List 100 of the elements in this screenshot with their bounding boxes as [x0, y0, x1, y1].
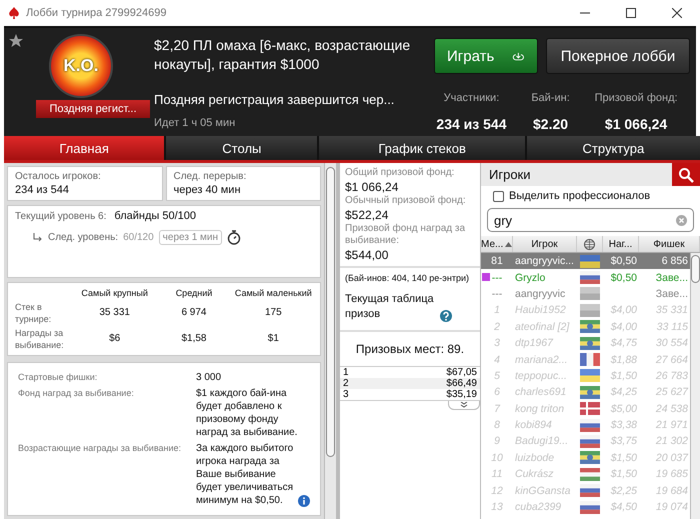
- stat-value: $2.20: [533, 116, 568, 132]
- prize-label: Призовой фонд наград за выбивание:: [345, 223, 466, 247]
- rank-cell-text: 81: [490, 255, 504, 268]
- player-row[interactable]: --- Gryzlo $0,50 Заве...: [481, 269, 690, 286]
- chips-cell-text: 21 302: [654, 435, 689, 448]
- place-cell: 3: [343, 389, 349, 400]
- stat-label: Призовой фонд:: [594, 92, 678, 104]
- lobby-button[interactable]: Покерное лобби: [546, 38, 690, 74]
- rank-cell-text: 8: [493, 419, 501, 432]
- column-header[interactable]: Ме...: [481, 236, 513, 252]
- player-name: luizbode: [514, 452, 556, 464]
- prize-places: Призовых мест: 89.: [354, 341, 466, 358]
- chips-cell-text: 27 664: [654, 354, 689, 366]
- info-label: Осталось игроков:: [15, 171, 102, 182]
- chips-cell-text: 19 074: [654, 501, 689, 514]
- rank-cell-text: 5: [493, 370, 501, 382]
- tournament-title: $2,20 ПЛ омаха [6-макс, возрастающие нокауты], гарантия $1000: [154, 36, 412, 74]
- prize-value: $1 066,24: [345, 180, 400, 194]
- rank-cell-text: 6: [493, 386, 501, 398]
- bounty-cell-text: $4,50: [610, 501, 638, 514]
- bounty-cell-text: $3,75: [610, 435, 638, 448]
- tab[interactable]: График стеков: [319, 136, 525, 160]
- prize-label: Обычный призовой фонд:: [345, 195, 467, 207]
- prize-label: Общий призовой фонд:: [345, 167, 456, 179]
- time-badge: через 1 мин: [158, 230, 222, 245]
- row-label: Награды за выбивание:: [15, 327, 65, 351]
- level-label: След. уровень:: [48, 232, 118, 243]
- amount-cell: $67,05: [446, 367, 477, 378]
- search-field[interactable]: gry: [487, 208, 694, 232]
- detail-label: Возрастающие награды за выбивание:: [18, 442, 182, 455]
- place-cell: 2: [343, 378, 349, 389]
- table-cell-text: $6: [108, 333, 122, 345]
- player-name: kong triton: [514, 402, 566, 415]
- rank-cell-text: ---: [490, 288, 504, 300]
- rank-cell-text: 11: [490, 468, 504, 480]
- bounty-cell-text: $3,38: [610, 419, 638, 432]
- column-header[interactable]: Фишек: [639, 236, 700, 252]
- prize-table-title: Текущая таблица призов: [345, 292, 435, 322]
- rank-cell-text: 12: [490, 484, 504, 497]
- chips-cell-text: 30 554: [654, 337, 689, 350]
- detail-label: Стартовые фишки:: [18, 371, 98, 384]
- player-name: dtp1967: [514, 337, 554, 350]
- table-cell-text: $1: [266, 333, 280, 345]
- bounty-cell-text: $4,75: [610, 337, 638, 350]
- player-name: aangryyvic...: [514, 255, 575, 268]
- play-button[interactable]: Играть: [434, 38, 538, 74]
- chips-cell-text: 20 037: [654, 452, 690, 464]
- bounty-cell-text: $1,88: [610, 354, 638, 366]
- player-name: kinGGansta: [514, 484, 572, 497]
- amount-cell: $35,19: [446, 389, 477, 400]
- prize-value: $544,00: [345, 248, 390, 262]
- bounty-cell-text: $5,00: [610, 402, 638, 415]
- chips-cell-text: 33 115: [656, 320, 689, 333]
- tab[interactable]: Структура: [526, 136, 700, 160]
- rank-cell-text: 9: [493, 435, 501, 448]
- window-title: Лобби турнира 2799924699: [26, 7, 168, 19]
- player-name: mariana2...: [514, 354, 569, 366]
- info-label: След. перерыв:: [174, 171, 248, 182]
- player-row[interactable]: 81 aangryyvic... $0,50 6 856: [481, 253, 690, 270]
- player-name: teppopuc...: [514, 370, 568, 382]
- level-value: 60/120: [123, 232, 154, 243]
- column-header: Самый маленький: [234, 287, 313, 299]
- column-header[interactable]: Игрок: [513, 236, 577, 252]
- row-label: Стек в турнире:: [15, 301, 52, 325]
- player-name: kobi894: [514, 419, 553, 432]
- bounty-cell-text: $1,50: [610, 468, 638, 480]
- highlight-pros-checkbox[interactable]: Выделить профессионалов: [481, 186, 700, 206]
- chips-cell-text: 25 627: [654, 386, 690, 398]
- column-header[interactable]: Наг...: [603, 236, 639, 252]
- tab[interactable]: Столы: [166, 136, 318, 160]
- buyins-text: (Бай-инов: 404, 140 ре-энтри): [345, 272, 470, 285]
- column-header: Самый крупный: [80, 287, 149, 299]
- chips-cell-text: 19 685: [654, 468, 689, 480]
- knockout-badge: K.O.: [49, 34, 113, 98]
- stat-value: $1 066,24: [604, 116, 668, 132]
- rank-cell-text: 13: [490, 501, 504, 514]
- info-value: через 40 мин: [174, 184, 242, 196]
- bounty-cell-text: $2,25: [610, 484, 638, 497]
- detail-label: Фонд наград за выбивание:: [18, 387, 135, 400]
- player-name: Gryzlo: [514, 272, 546, 284]
- chips-cell-text: 6 856: [660, 255, 689, 268]
- bounty-cell-text: $1,50: [610, 452, 638, 464]
- bounty-cell-text: $0,50: [610, 255, 638, 268]
- detail-value: $1 каждого бай-ина будет добавлено к призовому фонду наград за выбивание.: [196, 387, 298, 439]
- bounty-cell-text: $4,00: [610, 304, 638, 316]
- stat-value: 234 из 544: [436, 116, 506, 132]
- chips-cell-text: 19 684: [654, 484, 689, 497]
- players-title: Игроки: [488, 167, 532, 182]
- table-cell-text: 6 974: [180, 307, 208, 319]
- player-name: charles691: [514, 386, 568, 398]
- late-registration-text: Поздняя регистрация завершится чер...: [154, 92, 396, 107]
- rank-cell-text: 3: [493, 337, 501, 350]
- detail-value: 3 000: [196, 371, 222, 384]
- bounty-cell-text: $1,50: [610, 370, 638, 382]
- rank-cell-text: 1: [493, 304, 501, 316]
- chips-cell-text: 35 331: [654, 304, 689, 316]
- stat-label: Бай-ин:: [531, 92, 570, 104]
- detail-value: За каждого выбитого игрока награда за Ваше выбивание будет увеличиваться минимум на $0,50.: [196, 442, 294, 507]
- tab[interactable]: Главная: [4, 136, 164, 160]
- rank-cell-text: 2: [493, 320, 501, 333]
